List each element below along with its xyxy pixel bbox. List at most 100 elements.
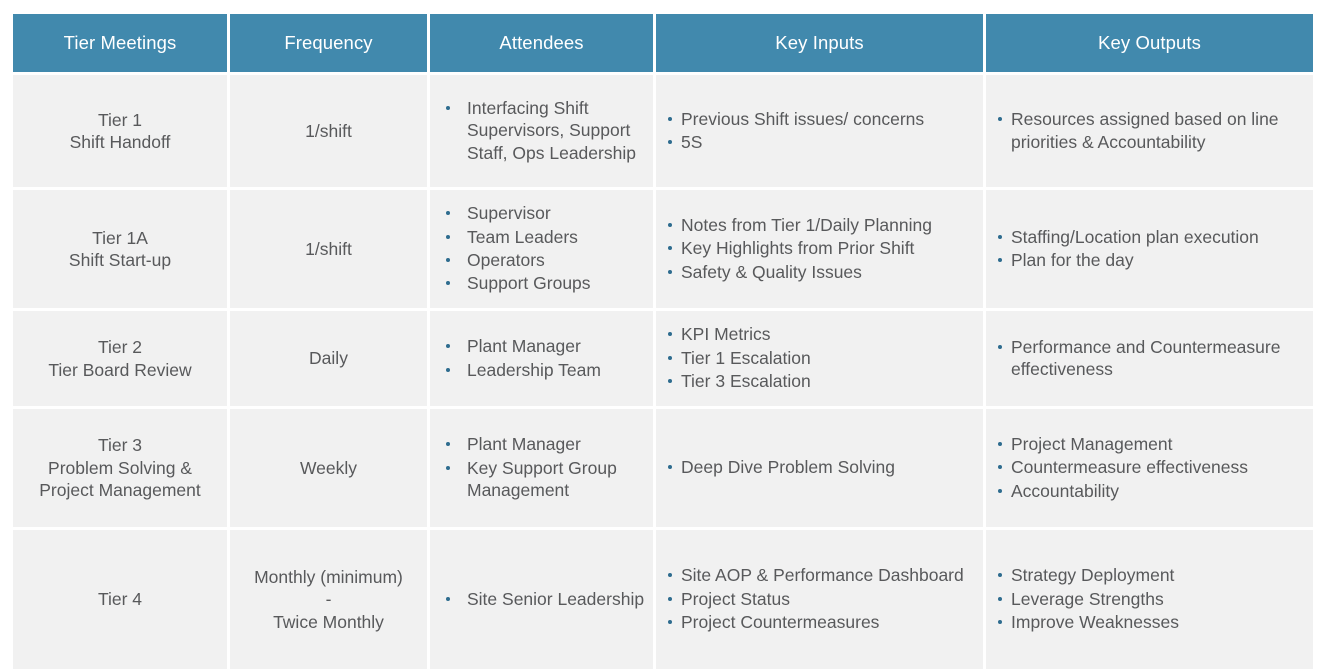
tier-meetings-table: Tier Meetings Frequency Attendees Key In… [10, 14, 1316, 669]
cell-key-inputs: Previous Shift issues/ concerns 5S [656, 72, 983, 187]
list-item: Key Highlights from Prior Shift [666, 237, 979, 259]
cell-key-outputs: Resources assigned based on line priorit… [986, 72, 1313, 187]
tier-name-line1: Tier 3 [97, 435, 143, 456]
key-outputs-list: Resources assigned based on line priorit… [996, 108, 1309, 153]
cell-key-outputs: Staffing/Location plan execution Plan fo… [986, 187, 1313, 308]
list-item: Key Support Group Management [440, 457, 649, 502]
cell-frequency: 1/shift [230, 72, 427, 187]
list-item: Deep Dive Problem Solving [666, 456, 979, 478]
column-header-tier-meetings-line2: Meetings [100, 32, 177, 54]
cell-attendees: Interfacing Shift Supervisors, Support S… [430, 72, 653, 187]
column-header-key-inputs: Key Inputs [656, 14, 983, 72]
key-inputs-list: Site AOP & Performance Dashboard Project… [666, 564, 979, 633]
tier-name-line2: Tier Board Review [48, 359, 192, 380]
list-item: Plant Manager [440, 335, 649, 357]
list-item: Leadership Team [440, 359, 649, 381]
list-item: Project Countermeasures [666, 611, 979, 633]
table-row: Tier 4 Monthly (minimum) - Twice Monthly… [13, 527, 1313, 669]
list-item: Site AOP & Performance Dashboard [666, 564, 979, 586]
list-item: Supervisor [440, 202, 649, 224]
key-inputs-list: Previous Shift issues/ concerns 5S [666, 108, 979, 154]
list-item: Safety & Quality Issues [666, 261, 979, 283]
cell-key-outputs: Strategy Deployment Leverage Strengths I… [986, 527, 1313, 669]
list-item: Project Management [996, 433, 1309, 455]
table-body: Tier 1 Shift Handoff 1/shift Interfacing… [13, 72, 1313, 669]
list-item: 5S [666, 131, 979, 153]
list-item: KPI Metrics [666, 323, 979, 345]
table-row: Tier 1 Shift Handoff 1/shift Interfacing… [13, 72, 1313, 187]
attendees-list: Plant Manager Key Support Group Manageme… [440, 433, 649, 501]
cell-key-inputs: Notes from Tier 1/Daily Planning Key Hig… [656, 187, 983, 308]
list-item: Performance and Countermeasure effective… [996, 336, 1309, 381]
cell-key-outputs: Project Management Countermeasure effect… [986, 406, 1313, 527]
frequency-line1: Daily [309, 348, 348, 369]
tier-name-line1: Tier 2 [97, 337, 143, 358]
list-item: Plant Manager [440, 433, 649, 455]
list-item: Site Senior Leadership [440, 588, 649, 610]
cell-tier: Tier 4 [13, 527, 227, 669]
tier-name-line2: Shift Handoff [69, 132, 171, 152]
frequency-line1: Weekly [299, 457, 358, 478]
list-item: Accountability [996, 480, 1309, 502]
tier-name-line3: Project Management [39, 480, 201, 501]
cell-key-inputs: Site AOP & Performance Dashboard Project… [656, 527, 983, 669]
frequency-line1: 1/shift [305, 120, 352, 141]
list-item: Previous Shift issues/ concerns [666, 108, 979, 130]
tier-name-line2: Shift Start-up [68, 250, 172, 270]
column-header-key-outputs: Key Outputs [986, 14, 1313, 72]
key-outputs-list: Staffing/Location plan execution Plan fo… [996, 226, 1309, 272]
frequency-line3: Twice Monthly [273, 611, 384, 632]
list-item: Tier 1 Escalation [666, 347, 979, 369]
column-header-frequency: Frequency [230, 14, 427, 72]
cell-attendees: Plant Manager Leadership Team [430, 308, 653, 406]
tier-name-line2: Problem Solving & [48, 457, 192, 478]
list-item: Operators [440, 249, 649, 271]
key-inputs-list: KPI Metrics Tier 1 Escalation Tier 3 Esc… [666, 323, 979, 392]
table-header: Tier Meetings Frequency Attendees Key In… [13, 14, 1313, 72]
list-item: Tier 3 Escalation [666, 370, 979, 392]
table-row: Tier 3 Problem Solving & Project Managem… [13, 406, 1313, 527]
tier-name-line1: Tier 1A [92, 227, 148, 248]
key-inputs-list: Deep Dive Problem Solving [666, 456, 979, 478]
column-header-tier-meetings-line1: Tier [63, 32, 96, 54]
list-item: Countermeasure effectiveness [996, 456, 1309, 478]
list-item: Project Status [666, 588, 979, 610]
table-row: Tier 1A Shift Start-up 1/shift Superviso… [13, 187, 1313, 308]
frequency-line1: 1/shift [305, 238, 352, 259]
list-item: Resources assigned based on line priorit… [996, 108, 1309, 153]
list-item: Notes from Tier 1/Daily Planning [666, 214, 979, 236]
list-item: Leverage Strengths [996, 588, 1309, 610]
list-item: Improve Weaknesses [996, 611, 1309, 633]
cell-key-inputs: Deep Dive Problem Solving [656, 406, 983, 527]
column-header-attendees: Attendees [430, 14, 653, 72]
list-item: Staffing/Location plan execution [996, 226, 1309, 248]
attendees-list: Interfacing Shift Supervisors, Support S… [440, 97, 649, 164]
cell-tier: Tier 1 Shift Handoff [13, 72, 227, 187]
list-item: Support Groups [440, 272, 649, 294]
cell-frequency: Weekly [230, 406, 427, 527]
column-header-frequency-label: Frequency [284, 32, 373, 54]
cell-frequency: Daily [230, 308, 427, 406]
column-header-key-outputs-label: Key Outputs [1098, 32, 1201, 54]
table-row: Tier 2 Tier Board Review Daily Plant Man… [13, 308, 1313, 406]
cell-frequency: 1/shift [230, 187, 427, 308]
column-header-key-inputs-label: Key Inputs [775, 32, 864, 54]
cell-attendees: Plant Manager Key Support Group Manageme… [430, 406, 653, 527]
cell-key-outputs: Performance and Countermeasure effective… [986, 308, 1313, 406]
attendees-list: Plant Manager Leadership Team [440, 335, 649, 381]
tier-name-line1: Tier 1 [97, 109, 143, 130]
cell-attendees: Supervisor Team Leaders Operators Suppor… [430, 187, 653, 308]
key-outputs-list: Performance and Countermeasure effective… [996, 336, 1309, 381]
frequency-line2: - [325, 589, 332, 610]
list-item: Team Leaders [440, 226, 649, 248]
frequency-line1: Monthly (minimum) [254, 566, 403, 587]
column-header-tier-meetings: Tier Meetings [13, 14, 227, 72]
key-outputs-list: Strategy Deployment Leverage Strengths I… [996, 564, 1309, 633]
cell-frequency: Monthly (minimum) - Twice Monthly [230, 527, 427, 669]
cell-key-inputs: KPI Metrics Tier 1 Escalation Tier 3 Esc… [656, 308, 983, 406]
cell-attendees: Site Senior Leadership [430, 527, 653, 669]
cell-tier: Tier 1A Shift Start-up [13, 187, 227, 308]
key-outputs-list: Project Management Countermeasure effect… [996, 433, 1309, 502]
column-header-attendees-label: Attendees [499, 32, 584, 54]
table-header-row: Tier Meetings Frequency Attendees Key In… [13, 14, 1313, 72]
